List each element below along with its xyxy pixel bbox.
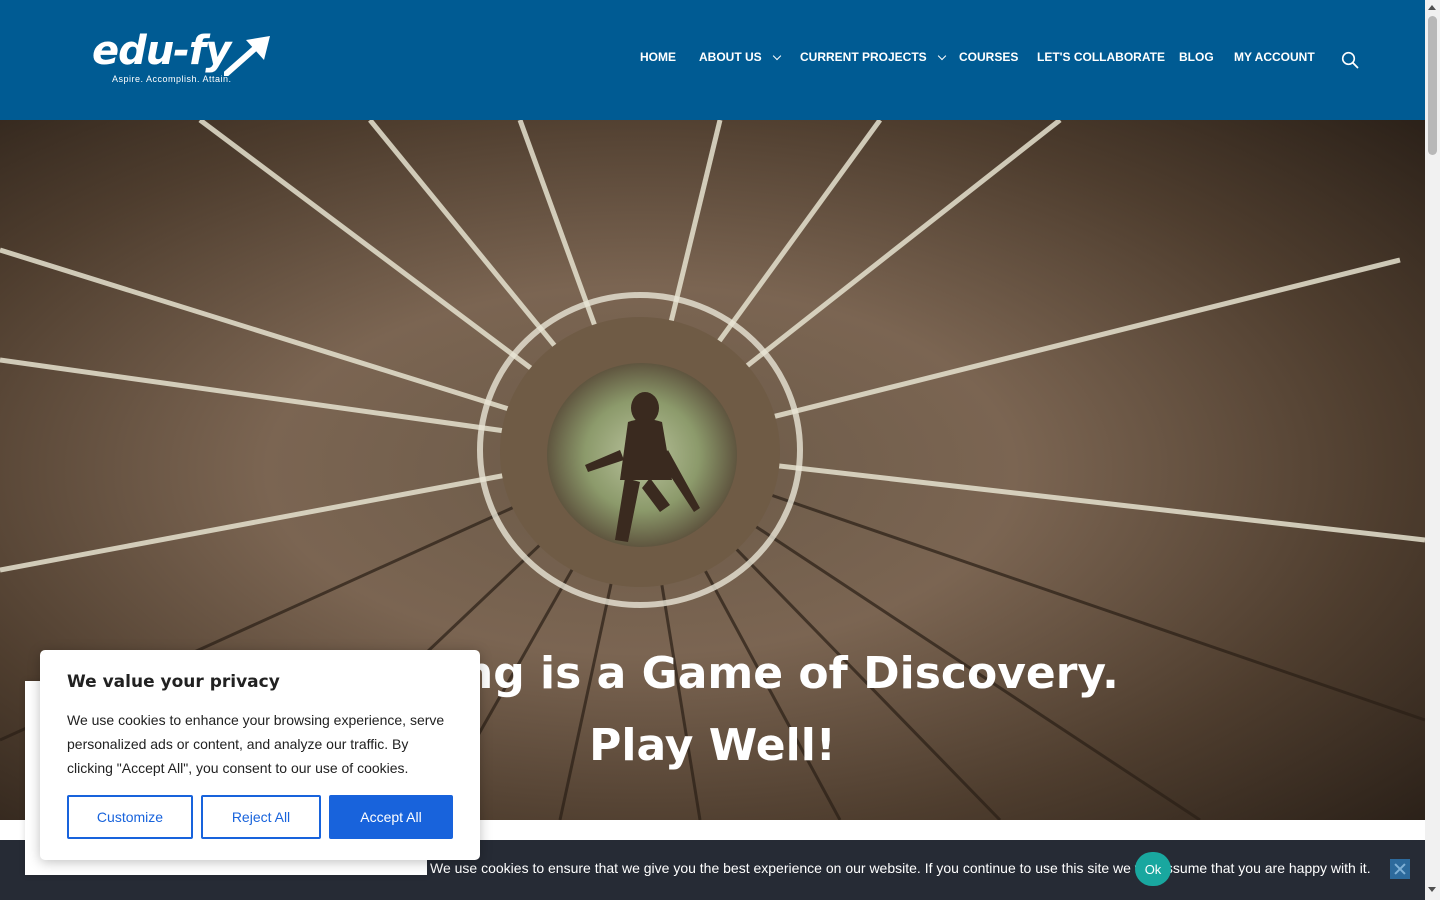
scrollbar-thumb[interactable] [1428, 16, 1437, 155]
cookie-description: We use cookies to enhance your browsing … [67, 712, 445, 776]
reject-all-button[interactable]: Reject All [201, 795, 321, 839]
chevron-down-icon [772, 51, 781, 60]
nav-item-courses[interactable]: COURSES [959, 50, 1018, 64]
customize-button[interactable]: Customize [67, 795, 193, 839]
cookie-title: We value your privacy [67, 672, 280, 692]
site-logo[interactable]: edu-fy Aspire. Accomplish. Attain. [92, 28, 282, 90]
notice-ok-button[interactable]: Ok [1135, 852, 1171, 886]
logo-arrow-icon [224, 36, 270, 76]
nav-item-my-account[interactable]: MY ACCOUNT [1234, 50, 1315, 64]
scroll-down-icon[interactable] [1428, 887, 1436, 892]
nav-item-label: COURSES [959, 50, 1019, 64]
close-icon[interactable] [1390, 859, 1410, 879]
nav-item-about-us[interactable]: ABOUT US [699, 50, 781, 64]
cookie-consent-dialog: We value your privacy We use cookies to … [40, 650, 480, 860]
nav-item-label: ABOUT US [699, 50, 762, 64]
nav-item-label: MY ACCOUNT [1234, 50, 1315, 64]
nav-item-home[interactable]: HOME [640, 50, 676, 64]
logo-tagline: Aspire. Accomplish. Attain. [112, 74, 232, 84]
accept-all-button[interactable]: Accept All [329, 795, 453, 839]
nav-item-label: BLOG [1179, 50, 1214, 64]
nav-item-label: HOME [640, 50, 676, 64]
scroll-up-icon[interactable] [1428, 5, 1436, 10]
nav-item-lets-collaborate[interactable]: LET'S COLLABORATE [1037, 50, 1165, 64]
site-header: edu-fy Aspire. Accomplish. Attain. HOME … [0, 0, 1425, 120]
nav-item-current-projects[interactable]: CURRENT PROJECTS [800, 50, 946, 64]
notice-text: We use cookies to ensure that we give yo… [430, 860, 1371, 876]
logo-text: edu-fy [92, 28, 231, 74]
nav-item-blog[interactable]: BLOG [1179, 50, 1214, 64]
page-scrollbar[interactable] [1425, 0, 1440, 900]
chevron-down-icon [937, 51, 946, 60]
nav-item-label: LET'S COLLABORATE [1037, 50, 1165, 64]
search-icon[interactable] [1341, 51, 1359, 69]
nav-item-label: CURRENT PROJECTS [800, 50, 927, 64]
